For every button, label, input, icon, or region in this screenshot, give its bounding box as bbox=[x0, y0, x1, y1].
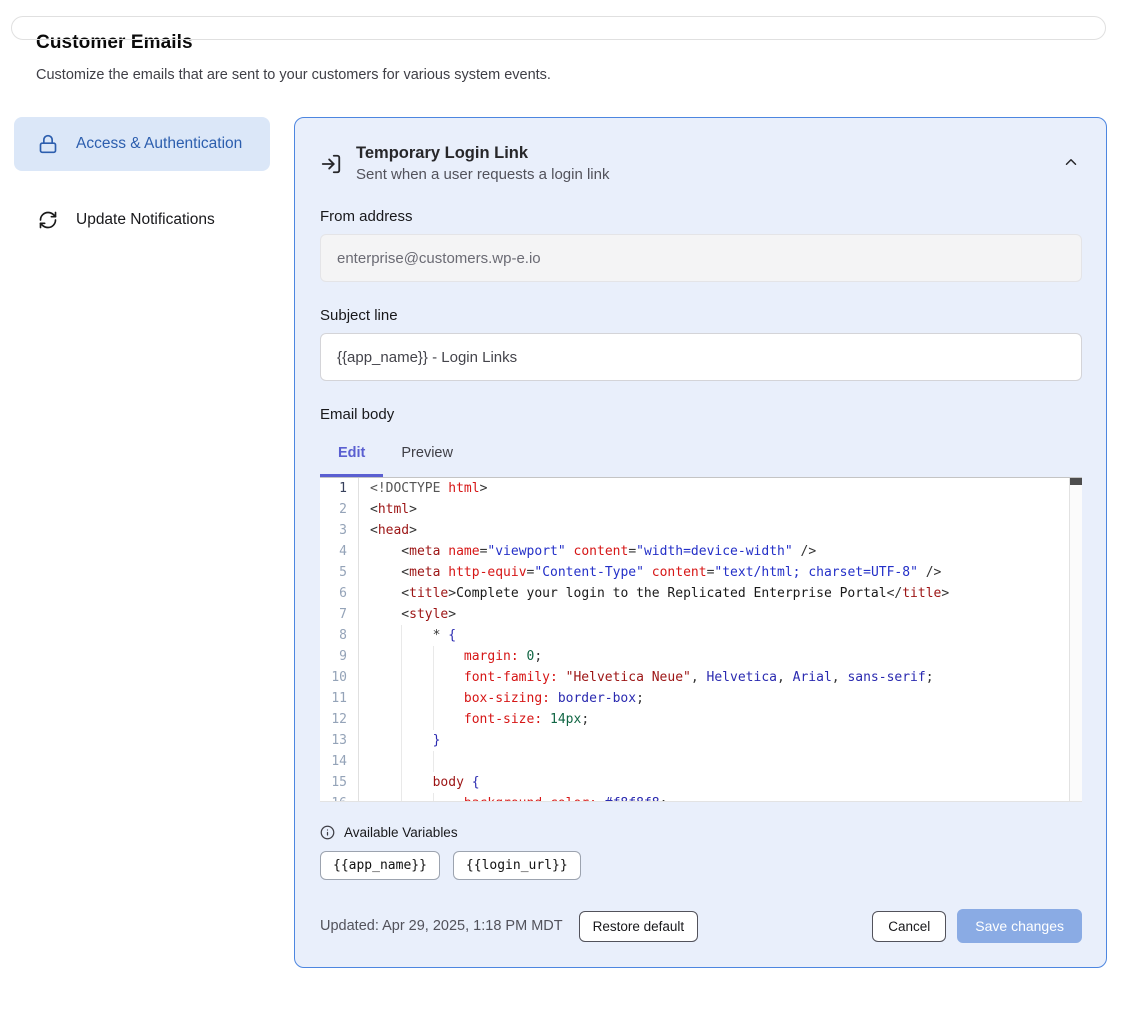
editor-gutter: 12345678910111213141516 bbox=[320, 478, 359, 801]
line-number: 7 bbox=[320, 604, 347, 625]
code-line: font-family: "Helvetica Neue", Helvetica… bbox=[370, 667, 1082, 688]
from-address-label: From address bbox=[320, 208, 1082, 225]
card-header: Temporary Login Link Sent when a user re… bbox=[320, 144, 1082, 183]
line-number: 9 bbox=[320, 646, 347, 667]
code-line: } bbox=[370, 730, 1082, 751]
log-in-icon bbox=[320, 153, 342, 175]
line-number: 10 bbox=[320, 667, 347, 688]
code-line: background-color: #f8f8f8; bbox=[370, 793, 1082, 801]
card-subtitle: Sent when a user requests a login link bbox=[356, 166, 609, 183]
available-variables-label: Available Variables bbox=[344, 825, 458, 840]
sidebar-item-access-authentication[interactable]: Access & Authentication bbox=[14, 117, 270, 171]
cancel-button[interactable]: Cancel bbox=[872, 911, 946, 942]
sidebar-item-label: Update Notifications bbox=[76, 208, 215, 232]
editor-scrollbar-thumb[interactable] bbox=[1070, 478, 1082, 485]
variable-chip-app-name[interactable]: {{app_name}} bbox=[320, 851, 440, 880]
code-line: margin: 0; bbox=[370, 646, 1082, 667]
code-line: <!DOCTYPE html> bbox=[370, 478, 1082, 499]
email-body-tabs: EditPreview bbox=[320, 435, 1082, 477]
subject-line-input[interactable] bbox=[320, 333, 1082, 381]
variable-chip-login-url[interactable]: {{login_url}} bbox=[453, 851, 581, 880]
line-number: 1 bbox=[320, 478, 347, 499]
updated-timestamp: Updated: Apr 29, 2025, 1:18 PM MDT bbox=[320, 918, 563, 934]
code-line: <meta name="viewport" content="width=dev… bbox=[370, 541, 1082, 562]
code-line: <meta http-equiv="Content-Type" content=… bbox=[370, 562, 1082, 583]
tab-edit[interactable]: Edit bbox=[320, 435, 383, 477]
info-icon[interactable] bbox=[320, 825, 335, 840]
code-editor[interactable]: 12345678910111213141516 <!DOCTYPE html><… bbox=[320, 477, 1082, 802]
restore-default-button[interactable]: Restore default bbox=[579, 911, 699, 942]
code-line: <style> bbox=[370, 604, 1082, 625]
line-number: 12 bbox=[320, 709, 347, 730]
code-line: font-size: 14px; bbox=[370, 709, 1082, 730]
sidebar-item-label: Access & Authentication bbox=[76, 132, 242, 156]
line-number: 2 bbox=[320, 499, 347, 520]
previous-card-bottom-edge bbox=[11, 16, 1106, 40]
code-line: * { bbox=[370, 625, 1082, 646]
sidebar: Access & Authentication Update Notificati… bbox=[14, 117, 270, 247]
line-number: 6 bbox=[320, 583, 347, 604]
editor-scrollbar[interactable] bbox=[1069, 478, 1082, 801]
code-line: <html> bbox=[370, 499, 1082, 520]
line-number: 11 bbox=[320, 688, 347, 709]
refresh-icon bbox=[38, 210, 58, 230]
customer-emails-page: Customer Emails Customize the emails tha… bbox=[0, 32, 1128, 968]
card-title: Temporary Login Link bbox=[356, 144, 609, 163]
lock-icon bbox=[38, 134, 58, 154]
collapse-button[interactable] bbox=[1060, 151, 1082, 176]
code-line: <title>Complete your login to the Replic… bbox=[370, 583, 1082, 604]
code-line: body { bbox=[370, 772, 1082, 793]
chevron-up-icon bbox=[1062, 153, 1080, 174]
subject-line-label: Subject line bbox=[320, 307, 1082, 324]
page-subtitle: Customize the emails that are sent to yo… bbox=[36, 67, 1107, 83]
line-number: 16 bbox=[320, 793, 347, 802]
code-line bbox=[370, 751, 1082, 772]
code-line: box-sizing: border-box; bbox=[370, 688, 1082, 709]
line-number: 13 bbox=[320, 730, 347, 751]
sidebar-item-update-notifications[interactable]: Update Notifications bbox=[14, 193, 270, 247]
temporary-login-link-card: Temporary Login Link Sent when a user re… bbox=[294, 117, 1107, 968]
line-number: 5 bbox=[320, 562, 347, 583]
line-number: 14 bbox=[320, 751, 347, 772]
editor-code[interactable]: <!DOCTYPE html><html><head><meta name="v… bbox=[359, 478, 1082, 801]
code-line: <head> bbox=[370, 520, 1082, 541]
email-body-label: Email body bbox=[320, 406, 1082, 423]
card-footer: Updated: Apr 29, 2025, 1:18 PM MDT Resto… bbox=[320, 909, 1082, 943]
line-number: 3 bbox=[320, 520, 347, 541]
line-number: 4 bbox=[320, 541, 347, 562]
line-number: 15 bbox=[320, 772, 347, 793]
save-changes-button[interactable]: Save changes bbox=[957, 909, 1082, 943]
tab-preview[interactable]: Preview bbox=[383, 435, 471, 477]
from-address-input[interactable] bbox=[320, 234, 1082, 282]
line-number: 8 bbox=[320, 625, 347, 646]
variable-chips: {{app_name}} {{login_url}} bbox=[320, 851, 1082, 880]
